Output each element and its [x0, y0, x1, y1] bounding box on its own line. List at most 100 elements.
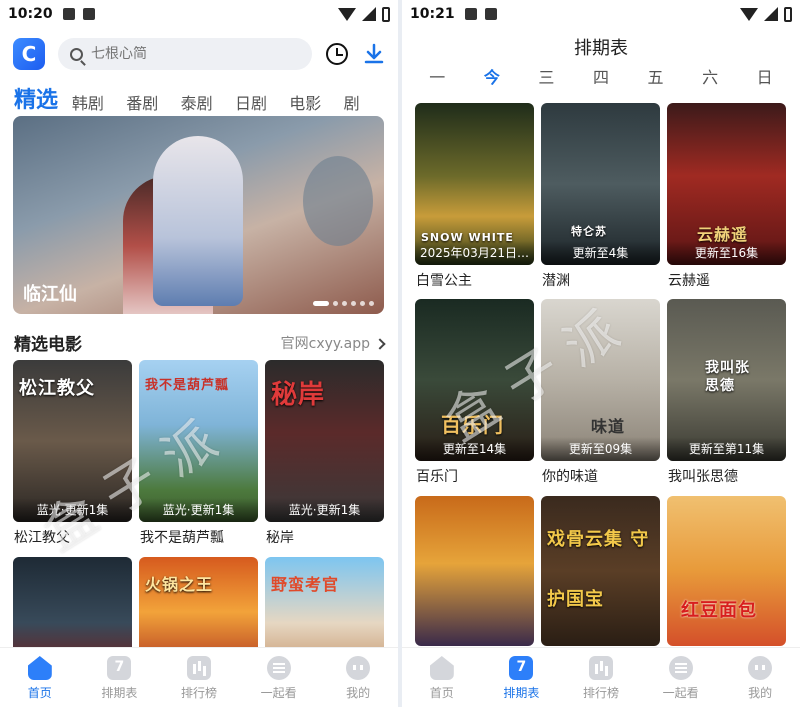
banner-dot: [333, 301, 338, 306]
status-time: 10:20: [8, 6, 53, 22]
nav-schedule[interactable]: 排期表: [80, 648, 160, 707]
banner-figure-right: [153, 136, 243, 306]
poster-title-art: 特仑苏: [571, 225, 607, 238]
movie-card[interactable]: 秘岸 蓝光·更新1集: [265, 360, 384, 522]
tab-sunday[interactable]: 日: [745, 64, 785, 88]
search-icon: [70, 47, 83, 61]
poster-title-art: 我不是葫芦瓢: [145, 378, 230, 393]
chart-icon: [588, 656, 613, 680]
poster-title-art: 百乐门: [441, 413, 504, 437]
banner-pagination: [313, 301, 374, 306]
banner-dot: [351, 301, 356, 306]
poster-title-art: 味道: [591, 417, 626, 436]
profile-icon: [346, 656, 371, 680]
banner-dot-active: [313, 301, 329, 306]
chart-icon: [186, 656, 211, 680]
show-card[interactable]: 戏骨云集 守护国宝: [541, 496, 660, 646]
status-bar: 10:21: [402, 0, 800, 28]
show-card[interactable]: 百乐门 更新至14集: [415, 299, 534, 461]
bottom-navbar: 首页 排期表 排行榜 一起看 我的: [0, 647, 398, 707]
image-notification-icon: [62, 8, 75, 20]
tab-kdrama[interactable]: 韩剧: [72, 90, 126, 114]
tab-monday[interactable]: 一: [417, 64, 457, 88]
battery-icon: [784, 6, 792, 22]
show-card[interactable]: 我叫张思德 更新至第11集: [667, 299, 786, 461]
bottom-navbar: 首页 排期表 排行榜 一起看 我的: [402, 647, 800, 707]
nav-ranking[interactable]: 排行榜: [561, 648, 641, 707]
status-badge: 蓝光·更新1集: [265, 498, 384, 522]
featured-movies-header: 精选电影 官网cxyy.app: [14, 330, 386, 355]
status-badge: 更新至4集: [541, 241, 660, 265]
nav-profile[interactable]: 我的: [318, 648, 398, 707]
poster-title-art: 红豆面包: [681, 600, 757, 621]
status-badge: 更新至14集: [415, 437, 534, 461]
nav-watch-together[interactable]: 一起看: [641, 648, 721, 707]
banner-dot: [360, 301, 365, 306]
tab-jdrama[interactable]: 日剧: [235, 90, 289, 114]
signal-icon: [362, 7, 376, 21]
movie-title: 我不是葫芦瓢: [140, 530, 224, 546]
tab-wednesday[interactable]: 三: [526, 64, 566, 88]
movie-card[interactable]: 松江教父 蓝光·更新1集: [13, 360, 132, 522]
movie-card[interactable]: 我不是葫芦瓢 蓝光·更新1集: [139, 360, 258, 522]
poster-title-art: 戏骨云集 守护国宝: [547, 529, 650, 610]
status-badge: 更新至第11集: [667, 437, 786, 461]
section-more-label: 官网cxyy.app: [280, 335, 370, 352]
poster-image: [667, 496, 786, 646]
tab-drama[interactable]: 剧: [344, 90, 398, 114]
history-clock-icon[interactable]: [326, 43, 348, 65]
profile-icon: [748, 656, 773, 680]
nav-watch-label: 一起看: [260, 686, 297, 700]
section-more-link[interactable]: 官网cxyy.app: [280, 333, 386, 353]
show-title: 潜渊: [542, 273, 570, 289]
app-logo[interactable]: C: [13, 38, 45, 70]
banner-dot: [369, 301, 374, 306]
show-card[interactable]: 特仑苏 更新至4集: [541, 103, 660, 265]
show-title: 你的味道: [542, 469, 598, 485]
section-title: 精选电影: [14, 335, 82, 355]
show-title: 百乐门: [416, 469, 458, 485]
show-card[interactable]: [415, 496, 534, 646]
tab-friday[interactable]: 五: [636, 64, 676, 88]
nav-ranking[interactable]: 排行榜: [159, 648, 239, 707]
poster-title-art: 野蛮考官: [271, 575, 340, 594]
tab-movies[interactable]: 电影: [289, 90, 343, 114]
tab-anime[interactable]: 番剧: [126, 90, 180, 114]
tab-featured[interactable]: 精选: [14, 82, 72, 114]
nav-schedule-label: 排期表: [101, 686, 138, 700]
weekday-tabs: 一 今 三 四 五 六 日: [402, 64, 800, 88]
featured-banner[interactable]: 临江仙: [13, 116, 384, 314]
nav-schedule[interactable]: 排期表: [482, 648, 562, 707]
nav-profile-label: 我的: [748, 686, 773, 700]
nav-ranking-label: 排行榜: [582, 686, 619, 700]
nav-schedule-label: 排期表: [503, 686, 540, 700]
status-badge: 更新至16集: [667, 241, 786, 265]
chevron-right-icon: [374, 337, 386, 350]
nav-home[interactable]: 首页: [0, 648, 80, 707]
calendar-icon: [107, 656, 132, 680]
watch-together-icon: [266, 656, 291, 680]
search-bar[interactable]: [58, 38, 312, 70]
show-card[interactable]: 红豆面包: [667, 496, 786, 646]
show-card[interactable]: 味道 更新至09集: [541, 299, 660, 461]
image-notification-icon: [464, 8, 477, 20]
tab-saturday[interactable]: 六: [690, 64, 730, 88]
download-icon[interactable]: [362, 42, 386, 66]
home-icon: [27, 656, 52, 680]
tab-thai[interactable]: 泰剧: [181, 90, 235, 114]
home-screen: 10:20 C 精选 韩剧 番剧 泰剧 日剧 电影 剧 临江仙: [0, 0, 398, 707]
show-card[interactable]: 云赫遥 更新至16集: [667, 103, 786, 265]
search-input[interactable]: [91, 46, 281, 62]
nav-profile[interactable]: 我的: [720, 648, 800, 707]
tab-today[interactable]: 今: [472, 64, 512, 88]
show-card[interactable]: SNOW WHITE 2025年03月21日…: [415, 103, 534, 265]
poster-title-art: 松江教父: [19, 378, 95, 399]
nav-profile-label: 我的: [346, 686, 371, 700]
status-badge: 更新至09集: [541, 437, 660, 461]
tab-thursday[interactable]: 四: [581, 64, 621, 88]
status-time: 10:21: [410, 6, 455, 22]
nav-home-label: 首页: [429, 686, 454, 700]
nav-home[interactable]: 首页: [402, 648, 482, 707]
nav-watch-together[interactable]: 一起看: [239, 648, 319, 707]
wifi-icon: [740, 7, 758, 21]
